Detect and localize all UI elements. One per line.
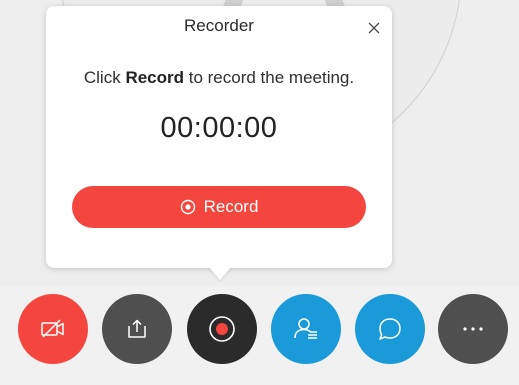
record-icon — [209, 316, 235, 342]
share-icon — [128, 319, 146, 338]
recorder-button[interactable] — [187, 294, 257, 364]
chat-icon — [379, 318, 401, 340]
close-icon — [368, 22, 380, 34]
share-content-button[interactable] — [102, 294, 172, 364]
close-button[interactable] — [364, 18, 384, 38]
record-keyword: Record — [125, 68, 185, 87]
record-button[interactable]: Record — [72, 186, 366, 228]
popover-title: Recorder — [184, 16, 254, 35]
meeting-controls-bar — [0, 286, 519, 385]
recording-timer: 00:00:00 — [160, 112, 278, 144]
recorder-popover: Recorder Click Record to record the meet… — [46, 6, 392, 268]
popover-arrow — [208, 266, 232, 280]
participants-button[interactable] — [271, 294, 341, 364]
record-target-icon — [180, 199, 195, 215]
more-options-button[interactable] — [438, 294, 508, 364]
participants-icon — [294, 318, 317, 339]
more-icon — [463, 327, 483, 331]
record-instructions: Click Record to record the meeting. — [83, 68, 355, 87]
stop-video-button[interactable] — [18, 294, 88, 364]
video-off-icon — [41, 319, 64, 338]
record-button-label: Record — [203, 197, 259, 216]
chat-button[interactable] — [355, 294, 425, 364]
